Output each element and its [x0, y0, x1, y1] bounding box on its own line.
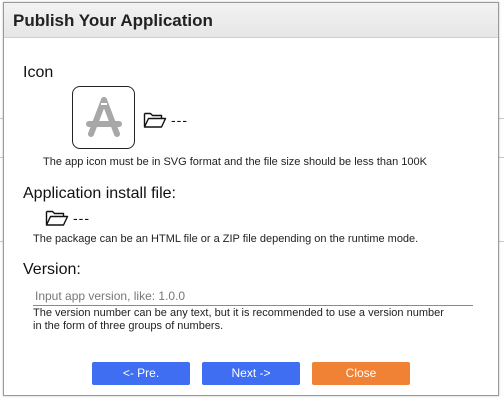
close-button[interactable]: Close	[312, 362, 410, 385]
icon-section-label: Icon	[23, 64, 54, 81]
open-folder-icon	[143, 112, 167, 128]
app-icon-preview[interactable]	[72, 86, 135, 149]
next-button[interactable]: Next ->	[202, 362, 300, 385]
app-store-icon	[86, 97, 122, 137]
version-label: Version:	[23, 261, 81, 278]
icon-file-picker[interactable]: ---	[143, 109, 188, 131]
install-file-path: ---	[73, 210, 90, 226]
icon-file-path: ---	[171, 112, 188, 128]
publish-dialog: Publish Your Application Icon --- The ap…	[3, 2, 499, 396]
previous-button[interactable]: <- Pre.	[92, 362, 190, 385]
version-note: The version number can be any text, but …	[33, 307, 444, 332]
install-file-picker[interactable]: ---	[45, 207, 90, 229]
icon-requirements-note: The app icon must be in SVG format and t…	[43, 156, 428, 168]
open-folder-icon	[45, 210, 69, 226]
dialog-title: Publish Your Application	[13, 11, 213, 30]
dialog-title-bar[interactable]: Publish Your Application	[4, 3, 498, 38]
version-input[interactable]	[33, 287, 473, 306]
install-file-note: The package can be an HTML file or a ZIP…	[33, 233, 419, 245]
install-file-label: Application install file:	[23, 185, 176, 202]
